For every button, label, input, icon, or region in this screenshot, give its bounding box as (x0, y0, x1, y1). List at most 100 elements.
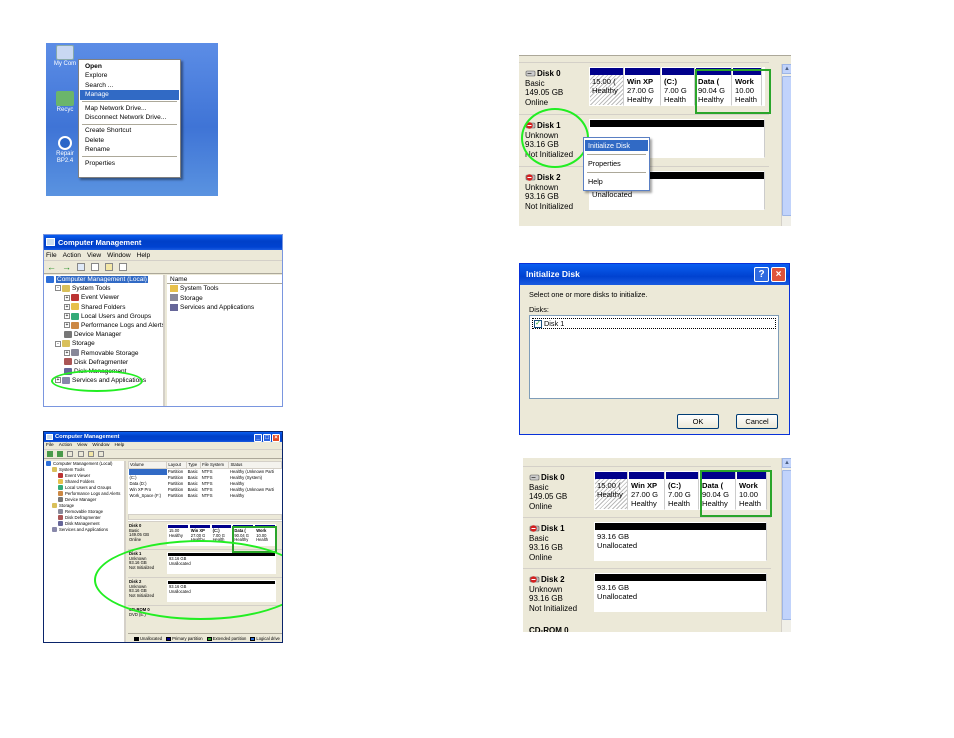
help-icon[interactable] (98, 451, 105, 457)
menu-item-search[interactable]: Search ... (80, 81, 179, 90)
tree-item[interactable]: + Shared Folders (44, 303, 163, 312)
vertical-scrollbar[interactable]: ▲ (781, 458, 791, 632)
partition[interactable]: 93.16 GBUnallocated (594, 522, 767, 561)
help-menu-item[interactable]: Help (585, 176, 648, 187)
menu-file[interactable]: File (46, 252, 57, 259)
menu-help[interactable]: Help (114, 443, 124, 448)
close-icon[interactable]: × (771, 267, 786, 282)
cdrom-info[interactable]: CD-ROM 0 (525, 225, 565, 226)
tree-item[interactable]: + Local Users and Groups (44, 312, 163, 321)
window-title-bar[interactable]: Computer Management _ □ × (44, 432, 282, 442)
minimize-button[interactable]: _ (254, 434, 262, 442)
menu-window[interactable]: Window (107, 252, 130, 259)
back-arrow-icon[interactable]: ← (47, 263, 56, 272)
tree-item[interactable]: - System Tools (44, 284, 163, 293)
tree-item[interactable]: - Storage (44, 339, 163, 348)
recycle-bin-icon[interactable]: Recyc (50, 91, 80, 114)
show-tree-icon[interactable] (90, 263, 99, 271)
expand-toggle-icon[interactable]: + (64, 294, 70, 301)
expand-toggle-icon[interactable]: - (55, 285, 61, 292)
column-header[interactable]: Status (228, 461, 282, 469)
help-question-icon[interactable]: ? (754, 267, 769, 282)
disk-info[interactable]: Disk 0 Basic 149.05 GB Online (129, 523, 166, 542)
menu-action[interactable]: Action (63, 252, 81, 259)
list-item[interactable]: Storage (167, 294, 282, 304)
desktop-icon-label: Repair BP2.4 (56, 151, 74, 164)
vertical-scrollbar[interactable]: ▲ (781, 64, 791, 226)
show-tree-icon[interactable] (77, 451, 84, 457)
close-button[interactable]: × (272, 434, 280, 442)
menu-item-explore[interactable]: Explore (80, 71, 179, 80)
up-folder-icon[interactable] (67, 451, 74, 457)
disk-info[interactable]: Disk 2 Unknown 93.16 GB Not Initialized (529, 575, 577, 613)
column-header[interactable]: Layout (166, 461, 188, 469)
column-header[interactable]: Volume (128, 461, 168, 469)
back-arrow-icon[interactable] (47, 451, 53, 457)
export-icon[interactable] (87, 451, 94, 457)
column-header-name[interactable]: Name (167, 275, 282, 284)
disk-list-item[interactable]: ✓ Disk 1 (532, 318, 776, 329)
disk-info[interactable]: Disk 1 Basic 93.16 GB Online (529, 524, 565, 562)
partition[interactable]: Win XP 27.00 G Healthy (628, 471, 665, 510)
expand-toggle-icon[interactable]: + (64, 322, 70, 329)
menu-item-delete[interactable]: Delete (80, 136, 179, 145)
expand-toggle-icon[interactable]: - (55, 340, 61, 347)
tree-item[interactable]: + Removable Storage (44, 349, 163, 358)
partition[interactable]: (C:) 7.00 G Health (661, 67, 695, 106)
menu-item-open[interactable]: Open (80, 62, 179, 71)
menu-view[interactable]: View (87, 252, 101, 259)
cdrom-name: CD-ROM 0 (529, 626, 569, 632)
up-folder-icon[interactable] (76, 263, 85, 271)
menu-action[interactable]: Action (59, 443, 72, 448)
forward-arrow-icon[interactable]: → (62, 263, 71, 272)
menu-window[interactable]: Window (92, 443, 109, 448)
partition[interactable]: Win XP 27.00 G Healthy (624, 67, 661, 106)
tree-item[interactable]: Device Manager (44, 330, 163, 339)
horizontal-scrollbar[interactable] (128, 514, 282, 520)
ok-button[interactable]: OK (677, 414, 719, 429)
expand-toggle-icon[interactable]: + (64, 349, 70, 356)
legend-label: Logical drive (256, 636, 280, 641)
cancel-button[interactable]: Cancel (736, 414, 778, 429)
partition[interactable]: 15.00 (Healthy (589, 67, 624, 106)
tree-item[interactable]: + Event Viewer (44, 293, 163, 302)
menu-view[interactable]: View (77, 443, 87, 448)
menu-item-disconnect-network-drive[interactable]: Disconnect Network Drive... (80, 113, 179, 122)
initialize-disk-menu-item[interactable]: Initialize Disk (585, 140, 648, 151)
expand-toggle-icon[interactable]: + (64, 303, 70, 310)
dialog-title-bar[interactable]: Initialize Disk ? × (520, 264, 789, 285)
tree-item[interactable]: Services and Applications (44, 527, 124, 533)
menu-help[interactable]: Help (137, 252, 151, 259)
window-title-bar[interactable]: Computer Management (44, 235, 282, 250)
disk-info[interactable]: Disk 2 Unknown 93.16 GB Not Initialized (525, 173, 573, 211)
list-item[interactable]: Services and Applications (167, 303, 282, 313)
menu-item-map-network-drive[interactable]: Map Network Drive... (80, 104, 179, 113)
forward-arrow-icon[interactable] (57, 451, 64, 457)
disk-info[interactable]: Disk 0 Basic 149.05 GB Online (529, 473, 567, 511)
partition[interactable]: 93.16 GBUnallocated (594, 573, 767, 612)
menu-item-rename[interactable]: Rename (80, 145, 179, 154)
column-header[interactable]: File System (200, 461, 230, 469)
maximize-button[interactable]: □ (263, 434, 271, 442)
disk-info[interactable]: Disk 0 Basic 149.05 GB Online (525, 69, 563, 107)
column-header[interactable]: Type (186, 461, 202, 469)
menu-item-create-shortcut[interactable]: Create Shortcut (80, 126, 179, 135)
menu-item-properties[interactable]: Properties (80, 159, 179, 168)
expand-toggle-icon[interactable]: + (64, 313, 70, 320)
help-icon[interactable] (118, 263, 127, 271)
menu-item-manage[interactable]: Manage (80, 90, 179, 100)
table-row[interactable]: Work_Space (F:) Partition Basic NTFS Healthy (129, 493, 282, 499)
tree-item[interactable]: Computer Management (Local) (44, 275, 163, 284)
repair-icon[interactable]: Repair BP2.4 (50, 136, 80, 165)
properties-menu-item[interactable]: Properties (585, 158, 648, 169)
tree-item[interactable]: Disk Defragmenter (44, 358, 163, 367)
menu-file[interactable]: File (46, 443, 54, 448)
partition[interactable]: 15.00 (Healthy (594, 471, 628, 510)
disk-checkbox[interactable]: ✓ (534, 320, 542, 329)
partition[interactable]: (C:) 7.00 G Health (665, 471, 699, 510)
list-item[interactable]: System Tools (167, 284, 282, 294)
export-icon[interactable] (104, 263, 113, 271)
tree-item[interactable]: + Performance Logs and Alerts (44, 321, 163, 330)
cdrom-info[interactable]: CD-ROM 0 (529, 626, 569, 632)
my-computer-icon[interactable]: My Com (50, 45, 80, 68)
